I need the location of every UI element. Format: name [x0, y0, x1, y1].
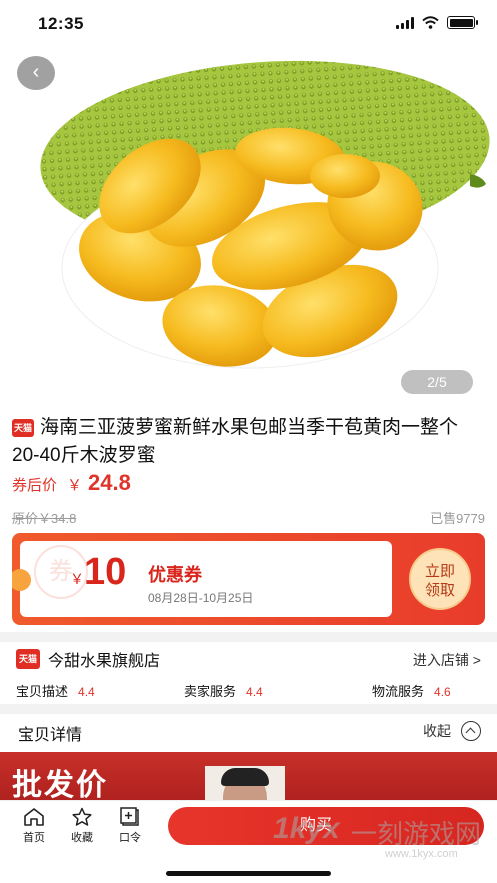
site-watermark: 1kyx 一刻游戏网 www.1kyx.com: [273, 808, 483, 870]
collapse-label: 收起: [423, 723, 451, 739]
claim-coupon-button[interactable]: 立即 领取: [409, 548, 471, 610]
wifi-icon: [422, 16, 439, 29]
banner-text: 批发价: [12, 768, 108, 803]
shop-name: 今甜水果旗舰店: [48, 653, 161, 670]
section-divider: [0, 632, 497, 642]
watermark-name: 一刻游戏网: [351, 819, 482, 849]
chevron-left-icon: ‹: [32, 61, 40, 83]
nav-home-label: 首页: [23, 832, 45, 844]
nav-favorite[interactable]: 收藏: [62, 807, 102, 845]
watermark-logo: 1kyx: [273, 812, 340, 845]
coupon-notch: [12, 569, 31, 591]
nav-home[interactable]: 首页: [14, 807, 54, 845]
tmall-badge-icon: 天猫: [12, 419, 34, 437]
price-value: 24.8: [88, 470, 131, 495]
coupon-body: 券 ￥10 优惠券 08月28日-10月25日: [12, 541, 392, 617]
status-time: 12:35: [38, 14, 84, 33]
image-page-indicator: 2/5: [401, 370, 473, 394]
product-image-carousel[interactable]: [0, 46, 497, 400]
details-header: 宝贝详情 收起: [18, 721, 481, 745]
price-row: 券后价 ￥ 24.8: [12, 470, 131, 496]
original-price: 原价￥34.8: [12, 511, 77, 526]
details-title: 宝贝详情: [18, 727, 83, 744]
nav-command[interactable]: 口令: [110, 807, 150, 845]
command-code-icon: [120, 807, 139, 826]
section-divider: [0, 704, 497, 714]
coupon-value: 10: [84, 551, 127, 593]
product-title: 天猫 海南三亚菠萝蜜新鲜水果包邮当季干苞黄肉一整个20-40斤木波罗蜜: [12, 414, 482, 470]
coupon-currency: ￥: [70, 571, 84, 587]
rating-logistics: 物流服务 4.6: [372, 681, 451, 700]
collapse-button[interactable]: 收起: [423, 721, 481, 741]
star-icon: [72, 807, 92, 826]
status-bar: 12:35: [0, 0, 497, 46]
nav-favorite-label: 收藏: [71, 832, 93, 844]
rating-service: 卖家服务 4.4: [184, 681, 263, 700]
coupon-name: 优惠券: [148, 565, 202, 585]
rating-value: 4.4: [246, 685, 263, 699]
chevron-up-icon: [461, 721, 481, 741]
coupon-dates: 08月28日-10月25日: [148, 591, 254, 605]
battery-icon: [447, 16, 478, 29]
status-icons: [396, 16, 478, 29]
signal-icon: [396, 16, 414, 29]
rating-label: 宝贝描述: [16, 684, 69, 699]
rating-label: 卖家服务: [184, 684, 237, 699]
sold-count: 已售9779: [430, 511, 485, 526]
enter-shop-link[interactable]: 进入店铺 >: [413, 650, 481, 670]
back-button[interactable]: ‹: [17, 56, 55, 90]
tmall-shop-icon: 天猫: [16, 649, 40, 669]
home-indicator: [166, 871, 331, 876]
rating-label: 物流服务: [372, 684, 425, 699]
jackfruit-image: [40, 60, 490, 369]
watermark-url: www.1kyx.com: [385, 848, 458, 860]
original-price-row: 原价￥34.8 已售9779: [12, 508, 485, 527]
price-currency: ￥: [67, 477, 83, 494]
claim-line-2: 领取: [424, 582, 455, 599]
claim-line-1: 立即: [424, 563, 455, 580]
price-label: 券后价: [12, 477, 58, 494]
home-icon: [24, 808, 44, 826]
rating-value: 4.6: [434, 685, 451, 699]
shop-row[interactable]: 天猫 今甜水果旗舰店 进入店铺 >: [16, 647, 481, 673]
rating-description: 宝贝描述 4.4: [16, 681, 95, 700]
coupon-amount: ￥10: [70, 551, 126, 594]
rating-value: 4.4: [78, 685, 95, 699]
coupon-card[interactable]: 券 ￥10 优惠券 08月28日-10月25日 立即 领取: [12, 533, 485, 625]
nav-command-label: 口令: [119, 832, 141, 844]
product-title-text: 海南三亚菠萝蜜新鲜水果包邮当季干苞黄肉一整个20-40斤木波罗蜜: [12, 417, 459, 466]
